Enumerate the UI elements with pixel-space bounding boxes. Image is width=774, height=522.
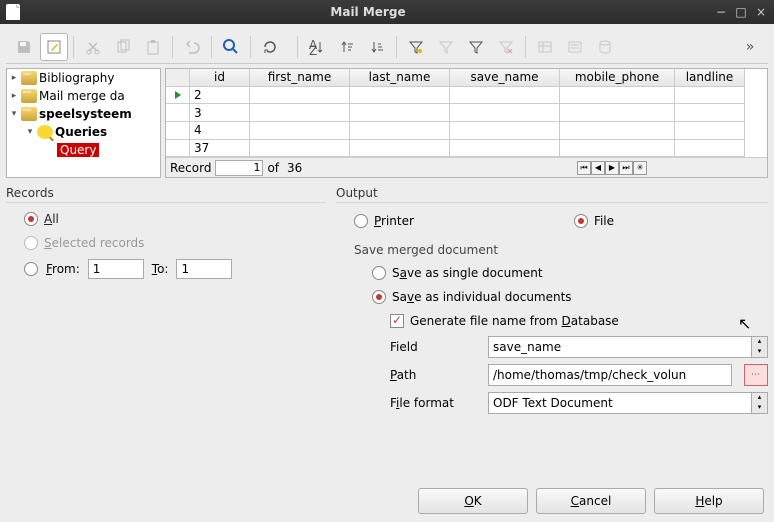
nav-new-icon[interactable]: ✳ bbox=[633, 161, 647, 175]
to-label: To: bbox=[152, 262, 169, 276]
cancel-button[interactable]: Cancel bbox=[536, 488, 646, 514]
radio-save-single[interactable] bbox=[372, 266, 386, 280]
radio-selected-label: Selected records bbox=[44, 236, 144, 250]
checkbox-generate-filename-label: Generate file name from Database bbox=[410, 314, 619, 328]
radio-selected bbox=[24, 236, 38, 250]
radio-all[interactable] bbox=[24, 212, 38, 226]
radio-printer[interactable] bbox=[354, 214, 368, 228]
standard-filter-icon[interactable] bbox=[462, 33, 490, 61]
nav-first-icon[interactable]: ⏮ bbox=[577, 161, 591, 175]
grid-header: id first_name last_name save_name mobile… bbox=[166, 69, 767, 87]
radio-file[interactable] bbox=[574, 214, 588, 228]
col-last-name[interactable]: last_name bbox=[350, 69, 450, 87]
radio-all-label: All bbox=[44, 212, 59, 226]
radio-save-individual-label: Save as individual documents bbox=[392, 290, 572, 304]
browse-button[interactable]: ⋯ bbox=[744, 364, 768, 386]
close-button[interactable]: × bbox=[754, 5, 768, 19]
search-icon[interactable] bbox=[217, 33, 245, 61]
radio-save-individual[interactable] bbox=[372, 290, 386, 304]
nav-total: 36 bbox=[283, 161, 306, 175]
help-button[interactable]: Help bbox=[654, 488, 764, 514]
toolbar: AZ » bbox=[6, 30, 768, 64]
sort-desc-icon[interactable] bbox=[363, 33, 391, 61]
maximize-button[interactable]: □ bbox=[734, 5, 748, 19]
insert-fields-icon bbox=[531, 33, 559, 61]
file-format-label: File format bbox=[390, 396, 480, 410]
dialog-buttons: OK Cancel Help bbox=[6, 480, 768, 516]
col-save-name[interactable]: save_name bbox=[450, 69, 560, 87]
to-input[interactable] bbox=[176, 259, 232, 279]
refresh-icon[interactable] bbox=[256, 33, 284, 61]
records-title: Records bbox=[6, 184, 326, 203]
col-mobile-phone[interactable]: mobile_phone bbox=[560, 69, 675, 87]
data-source-icon bbox=[591, 33, 619, 61]
dialog-body: AZ » ▸Bibliography ▸Mail merge da ▾speel… bbox=[0, 24, 774, 522]
path-input[interactable]: /home/thomas/tmp/check_volun bbox=[488, 364, 732, 386]
minimize-button[interactable]: − bbox=[714, 5, 728, 19]
nav-last-icon[interactable]: ⏭ bbox=[619, 161, 633, 175]
tree-item-queries[interactable]: ▾Queries bbox=[7, 123, 160, 141]
save-icon bbox=[10, 33, 38, 61]
grid-navigator: Record of 36 ⏮ ◀ ▶ ⏭ ✳ bbox=[166, 157, 767, 177]
nav-record-label: Record bbox=[166, 161, 215, 175]
ok-button[interactable]: OK bbox=[418, 488, 528, 514]
grid-row[interactable]: 4 bbox=[166, 122, 767, 140]
remove-filter-icon bbox=[492, 33, 520, 61]
save-merged-title: Save merged document bbox=[336, 235, 768, 261]
apply-filter-icon bbox=[432, 33, 460, 61]
window-title: Mail Merge bbox=[28, 5, 708, 19]
nav-prev-icon[interactable]: ◀ bbox=[591, 161, 605, 175]
file-format-combo[interactable]: ODF Text Document ▴▾ bbox=[488, 392, 768, 414]
field-label: Field bbox=[390, 340, 480, 354]
data-grid[interactable]: id first_name last_name save_name mobile… bbox=[165, 68, 768, 178]
grid-row[interactable]: 2 bbox=[166, 87, 767, 105]
tree-item-mailmergedata[interactable]: ▸Mail merge da bbox=[7, 87, 160, 105]
query-icon bbox=[37, 125, 53, 139]
sort-asc-icon[interactable] bbox=[333, 33, 361, 61]
radio-printer-label: Printer bbox=[374, 214, 414, 228]
path-label: Path bbox=[390, 368, 480, 382]
col-id[interactable]: id bbox=[190, 69, 250, 87]
svg-text:Z: Z bbox=[309, 44, 317, 55]
nav-next-icon[interactable]: ▶ bbox=[605, 161, 619, 175]
titlebar: Mail Merge − □ × bbox=[0, 0, 774, 24]
tree-item-query[interactable]: Query bbox=[7, 141, 160, 159]
sort-icon[interactable]: AZ bbox=[303, 33, 331, 61]
edit-icon[interactable] bbox=[40, 33, 68, 61]
database-icon bbox=[21, 71, 37, 85]
output-title: Output bbox=[336, 184, 768, 203]
tree-item-speelsysteem[interactable]: ▾speelsysteem bbox=[7, 105, 160, 123]
data-to-text-icon bbox=[561, 33, 589, 61]
radio-file-label: File bbox=[594, 214, 614, 228]
autofilter-icon[interactable] bbox=[402, 33, 430, 61]
radio-from[interactable] bbox=[24, 262, 38, 276]
cut-icon bbox=[79, 33, 107, 61]
grid-row[interactable]: 3 bbox=[166, 104, 767, 122]
database-icon bbox=[21, 107, 37, 121]
output-section: Output Printer File Save merged document… bbox=[336, 184, 768, 480]
from-input[interactable] bbox=[88, 259, 144, 279]
radio-save-single-label: Save as single document bbox=[392, 266, 543, 280]
from-label: From: bbox=[46, 262, 80, 276]
nav-current-input[interactable] bbox=[215, 160, 263, 176]
col-landline[interactable]: landline bbox=[675, 69, 745, 87]
col-first-name[interactable]: first_name bbox=[250, 69, 350, 87]
undo-icon bbox=[178, 33, 206, 61]
toolbar-overflow-icon[interactable]: » bbox=[736, 33, 764, 61]
grid-row[interactable]: 37 bbox=[166, 140, 767, 158]
document-icon bbox=[6, 4, 20, 20]
checkbox-generate-filename[interactable] bbox=[390, 314, 404, 328]
datasource-tree[interactable]: ▸Bibliography ▸Mail merge da ▾speelsyste… bbox=[6, 68, 161, 178]
records-section: Records All Selected records From: To: bbox=[6, 184, 326, 480]
database-icon bbox=[21, 89, 37, 103]
tree-item-bibliography[interactable]: ▸Bibliography bbox=[7, 69, 160, 87]
paste-icon bbox=[139, 33, 167, 61]
field-combo[interactable]: save_name ▴▾ bbox=[488, 336, 768, 358]
nav-of-label: of bbox=[263, 161, 283, 175]
copy-icon bbox=[109, 33, 137, 61]
